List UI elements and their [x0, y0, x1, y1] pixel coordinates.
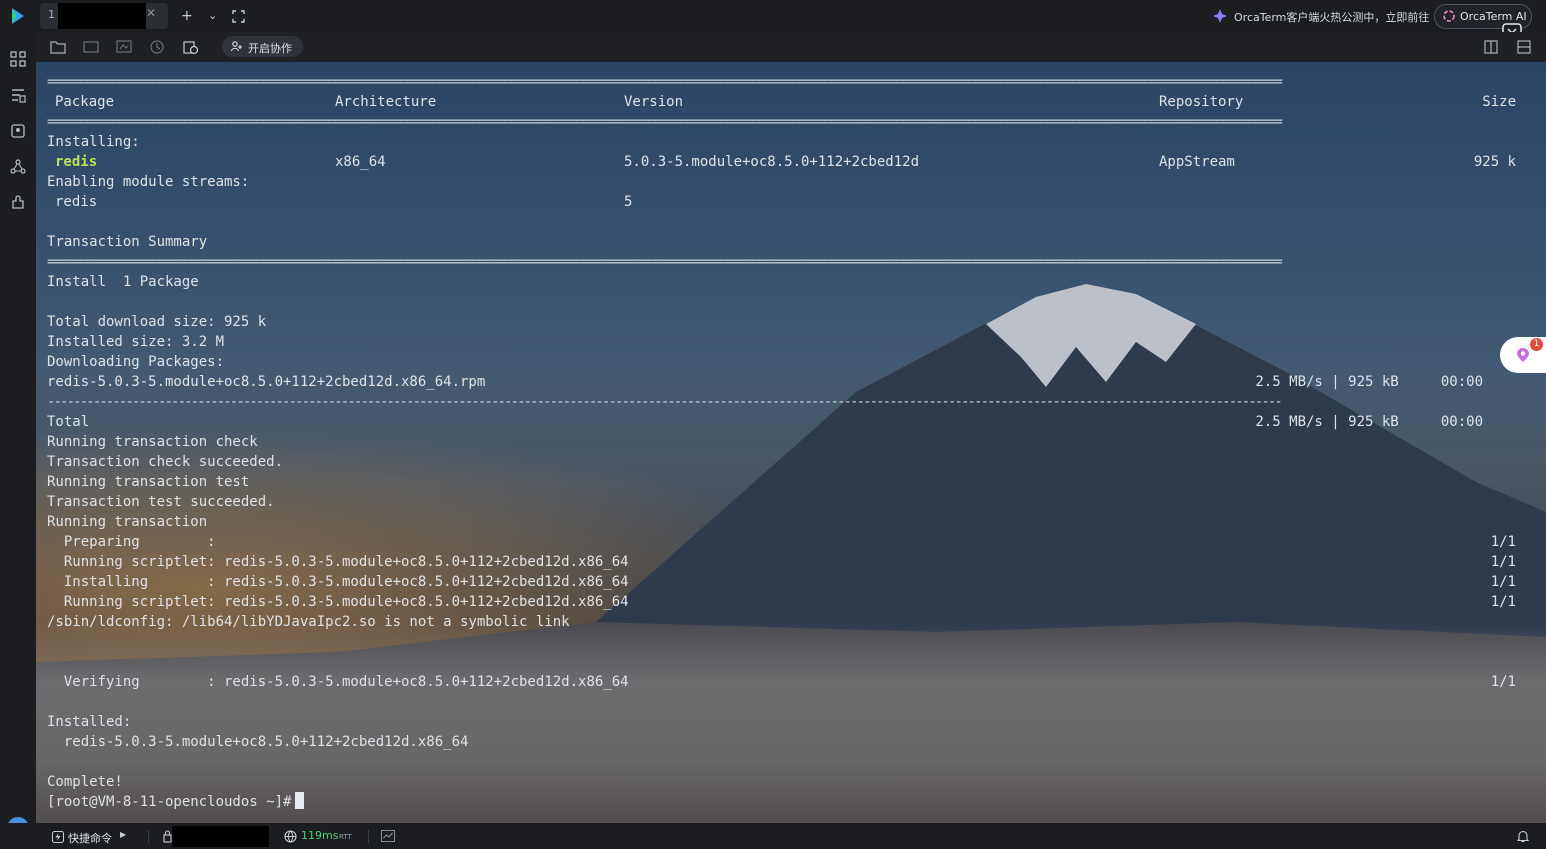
installing-label: Installing:	[47, 134, 140, 150]
package-arch: x86_64	[335, 154, 386, 170]
status-divider	[368, 830, 369, 843]
quick-commands-label: 快捷命令	[68, 832, 112, 845]
clipboard-icon[interactable]	[182, 39, 198, 55]
rule-single: ----------------------------------------…	[47, 394, 1283, 410]
floating-assistant-button[interactable]: 1	[1500, 337, 1546, 373]
run-test: Running transaction test	[47, 474, 250, 490]
fullscreen-icon[interactable]	[232, 10, 245, 23]
header-arch: Architecture	[335, 94, 437, 110]
step-scriptlet: Running scriptlet: redis-5.0.3-5.module+…	[47, 594, 629, 610]
quick-commands-button[interactable]: 快捷命令 ▶	[48, 828, 138, 845]
step-progress: 1/1	[1490, 594, 1516, 610]
monitor-icon[interactable]	[116, 39, 132, 55]
header-size: Size	[1482, 94, 1516, 110]
package-repo: AppStream	[1159, 154, 1235, 170]
terminal-cursor	[295, 792, 305, 809]
orcaterm-logo-icon	[12, 8, 24, 24]
step-installing: Installing : redis-5.0.3-5.module+oc8.5.…	[47, 574, 629, 590]
shell-prompt[interactable]: [root@VM-8-11-opencloudos ~]#	[47, 792, 305, 812]
folder-icon[interactable]	[50, 39, 66, 55]
step-progress: 1/1	[1490, 534, 1516, 550]
split-vertical-icon[interactable]	[1484, 40, 1498, 54]
status-bar: 快捷命令 ▶ 119ms RTT	[0, 823, 1546, 849]
tab-number: 1	[48, 8, 55, 21]
rule-double: ========================================…	[47, 254, 1283, 270]
prompt-text: [root@VM-8-11-opencloudos ~]#	[47, 794, 292, 810]
toolbar: 开启协作	[36, 32, 1546, 62]
rpm-stats: 2.5 MB/s | 925 kB 00:00	[1255, 374, 1483, 390]
title-bar: 1 ✕ + ⌄ OrcaTerm客户端火热公测中，立即前往 OrcaTerm A…	[0, 0, 1546, 43]
caret-right-icon: ▶	[120, 830, 127, 839]
left-sidebar	[0, 32, 36, 823]
server-list-icon[interactable]	[9, 86, 27, 104]
check-ok: Transaction check succeeded.	[47, 454, 284, 470]
globe-icon	[284, 830, 297, 843]
installed-size: Installed size: 3.2 M	[47, 334, 225, 350]
downloading-label: Downloading Packages:	[47, 354, 225, 370]
module-version: 5	[624, 194, 633, 210]
installed-package: redis-5.0.3-5.module+oc8.5.0+112+2cbed12…	[47, 734, 469, 750]
test-ok: Transaction test succeeded.	[47, 494, 275, 510]
header-repo: Repository	[1159, 94, 1244, 110]
promo-link[interactable]: OrcaTerm客户端火热公测中，立即前往	[1234, 9, 1429, 25]
split-horizontal-icon[interactable]	[1517, 40, 1531, 54]
step-progress: 1/1	[1490, 674, 1516, 690]
package-name: redis	[55, 154, 98, 170]
step-progress: 1/1	[1490, 554, 1516, 570]
download-size: Total download size: 925 k	[47, 314, 267, 330]
complete-message: Complete!	[47, 774, 123, 790]
module-name: redis	[55, 194, 98, 210]
collaboration-button[interactable]: 开启协作	[222, 36, 303, 57]
tab-dropdown-icon[interactable]: ⌄	[208, 9, 217, 23]
performance-chart-icon[interactable]	[381, 830, 395, 842]
step-preparing: Preparing :	[47, 534, 216, 550]
bell-icon[interactable]	[1517, 830, 1529, 843]
rule-double: ========================================…	[47, 74, 1283, 90]
network-icon[interactable]	[9, 158, 27, 176]
collaboration-label: 开启协作	[248, 42, 292, 55]
total-label: Total	[47, 414, 90, 430]
module-label: Enabling module streams:	[47, 174, 250, 190]
install-count: Install 1 Package	[47, 274, 199, 290]
apps-grid-icon[interactable]	[9, 50, 27, 68]
location-pin-icon	[1517, 348, 1529, 362]
latency-value: 119ms	[301, 829, 339, 842]
run-check: Running transaction check	[47, 434, 258, 450]
package-size: 925 k	[1473, 154, 1516, 170]
notification-badge: 1	[1530, 338, 1543, 351]
host-address-redacted	[172, 826, 269, 847]
ldconfig-warning: /sbin/ldconfig: /lib64/libYDJavaIpc2.so …	[47, 614, 570, 630]
rpm-file: redis-5.0.3-5.module+oc8.5.0+112+2cbed12…	[47, 374, 486, 390]
new-tab-icon[interactable]: +	[181, 9, 193, 23]
lock-icon	[163, 830, 172, 843]
summary-label: Transaction Summary	[47, 234, 208, 250]
sparkle-icon	[1213, 9, 1227, 23]
installed-label: Installed:	[47, 714, 132, 730]
people-icon	[231, 41, 242, 52]
plugins-icon[interactable]	[9, 194, 27, 212]
rule-double: ========================================…	[47, 114, 1283, 130]
run-transaction: Running transaction	[47, 514, 208, 530]
header-version: Version	[624, 94, 684, 110]
step-verifying: Verifying : redis-5.0.3-5.module+oc8.5.0…	[47, 674, 629, 690]
sftp-icon[interactable]	[83, 39, 99, 55]
files-icon[interactable]	[9, 122, 27, 140]
history-icon[interactable]	[149, 39, 165, 55]
lightning-icon	[52, 831, 64, 843]
package-version: 5.0.3-5.module+oc8.5.0+112+2cbed12d	[624, 154, 920, 170]
ai-sparkle-icon	[1443, 10, 1455, 22]
header-package: Package	[55, 94, 115, 110]
tab-close-icon[interactable]: ✕	[146, 6, 156, 20]
status-divider	[148, 830, 149, 843]
latency-unit: RTT	[339, 833, 352, 841]
tab-title-redacted	[58, 3, 146, 29]
terminal-output[interactable]: ========================================…	[36, 62, 1546, 823]
step-progress: 1/1	[1490, 574, 1516, 590]
step-scriptlet: Running scriptlet: redis-5.0.3-5.module+…	[47, 554, 629, 570]
total-stats: 2.5 MB/s | 925 kB 00:00	[1255, 414, 1483, 430]
